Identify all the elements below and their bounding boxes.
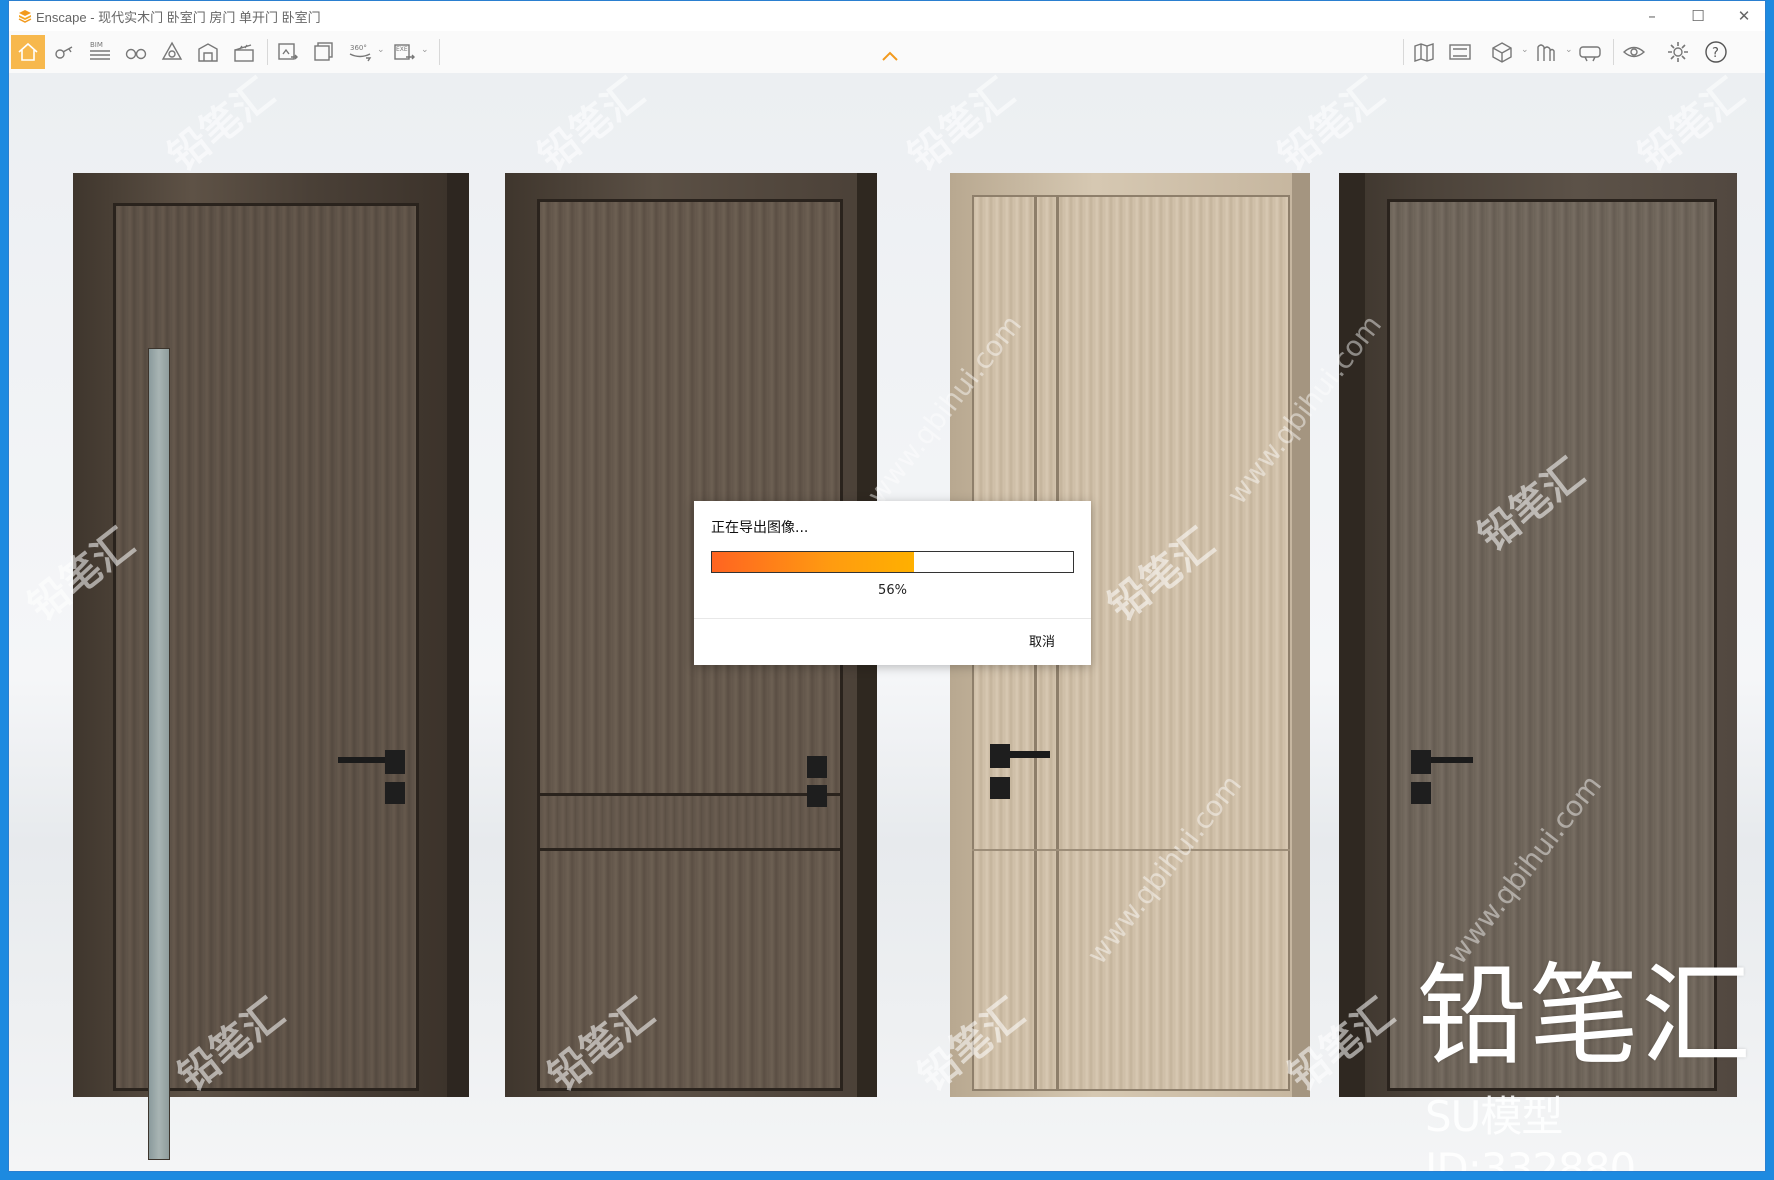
svg-text:?: ? [1712,46,1719,61]
watermark-mark: 铅笔汇 [530,73,653,181]
help-icon: ? [1705,41,1727,63]
app-window: Enscape - 现代实木门 卧室门 房门 单开门 卧室门 – ☐ ✕ BIM [8,0,1766,1172]
panorama-360-button[interactable]: 360° [343,35,377,69]
clapper-icon [234,44,254,62]
handle-rosette [807,756,827,778]
minimize-button[interactable]: – [1629,3,1675,29]
camera-icon [161,41,183,60]
enscape-logo-icon [18,10,32,23]
batch-render-icon [314,42,333,61]
key-icon [55,46,73,59]
visibility-button[interactable] [1617,35,1651,69]
export-progress-dialog: 正在导出图像... 56% 取消 [694,501,1091,665]
watermark-mark: 铅笔汇 [160,73,283,181]
settings-button[interactable] [1661,35,1695,69]
home-button[interactable] [11,35,45,69]
chevron-down-icon[interactable]: ⌄ [377,45,385,59]
gallery-icon [1449,44,1471,60]
svg-text:EXE: EXE [396,46,408,53]
handle-rosette [1411,750,1431,774]
bim-icon: BIM [90,41,110,60]
building-button[interactable] [191,35,225,69]
maximize-button[interactable]: ☐ [1675,3,1721,29]
key-button[interactable] [47,35,81,69]
cube-button[interactable] [1485,35,1519,69]
chevron-up-icon[interactable] [881,49,899,63]
dialog-divider [694,618,1091,619]
progress-percent: 56% [878,583,907,598]
export-exe-icon: EXE [394,44,415,60]
visibility-icon [1622,46,1646,58]
map-icon [1414,43,1434,62]
toolbar-separator [267,39,268,65]
batch-render-button[interactable] [307,35,341,69]
vr-headset-icon [1579,46,1601,62]
building-icon [198,43,218,62]
lock-plate [807,785,827,807]
chevron-down-icon[interactable]: ⌄ [1565,45,1573,59]
handle-rosette [385,750,405,774]
cancel-button[interactable]: 取消 [1012,629,1072,655]
gallery-button[interactable] [1443,35,1477,69]
progress-bar [711,551,1074,573]
dialog-title: 正在导出图像... [711,520,809,536]
bim-button[interactable]: BIM [83,35,117,69]
lock-plate [990,777,1010,799]
panorama-360-icon: 360° [349,44,372,62]
asset-library-icon [1537,44,1555,61]
lock-plate [385,782,405,804]
screenshot-button[interactable] [271,35,305,69]
window-title: Enscape - 现代实木门 卧室门 房门 单开门 卧室门 [36,10,321,25]
camera-button[interactable] [155,35,189,69]
chevron-down-icon[interactable]: ⌄ [1521,45,1529,59]
map-button[interactable] [1407,35,1441,69]
toolbar-separator [1613,39,1614,65]
toolbar-separator [1403,39,1404,65]
asset-library-button[interactable] [1529,35,1563,69]
toolbar-separator [439,39,440,65]
vr-headset-button[interactable] [1573,35,1607,69]
clapper-button[interactable] [227,35,261,69]
model-id-watermark: SU模型ID:332880 [1425,1092,1636,1171]
watermark-mark: 铅笔汇 [1630,73,1753,181]
cube-icon [1492,42,1512,63]
door-1 [73,173,469,1160]
title-bar: Enscape - 现代实木门 卧室门 房门 单开门 卧室门 – ☐ ✕ [9,1,1765,31]
help-button[interactable]: ? [1699,35,1733,69]
watermark-mark: 铅笔汇 [1270,73,1393,181]
svg-text:360°: 360° [350,44,367,52]
watermark-mark: 铅笔汇 [900,73,1023,181]
progress-fill [712,552,915,572]
screenshot-icon [278,43,298,60]
close-button[interactable]: ✕ [1721,3,1765,29]
home-icon [18,42,38,61]
glass-panel [148,348,170,1160]
horizontal-band [540,793,840,851]
lock-plate [1411,782,1431,804]
groove-line [972,849,1290,851]
svg-text:BIM: BIM [90,41,103,49]
binoculars-icon [125,48,147,60]
binoculars-button[interactable] [119,35,153,69]
export-exe-button[interactable]: EXE [387,35,421,69]
chevron-down-icon[interactable]: ⌄ [421,45,429,59]
settings-icon [1668,42,1688,62]
brand-watermark: 铅笔汇 [1417,952,1753,1080]
handle-rosette [990,744,1010,768]
